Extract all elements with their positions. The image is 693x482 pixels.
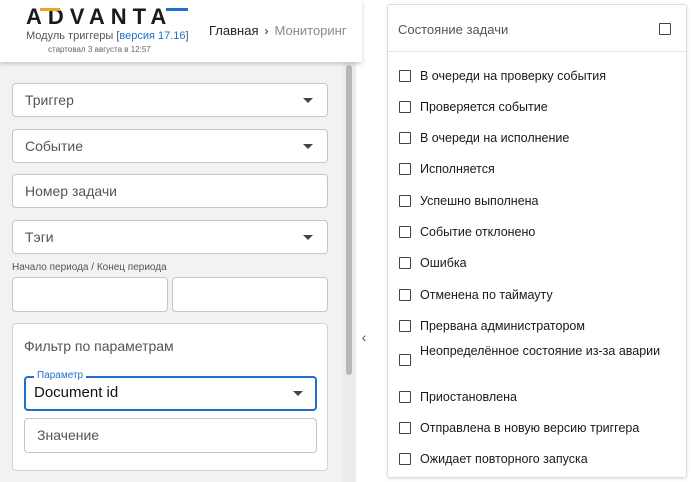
collapse-panel-chevron-left-icon[interactable]: ‹	[356, 328, 372, 346]
status-label: Неопределённое состояние из-за аварии	[420, 344, 661, 358]
task-number-placeholder: Номер задачи	[25, 183, 117, 199]
status-checkbox[interactable]	[399, 257, 411, 269]
status-label: Проверяется событие	[420, 100, 548, 114]
parameter-select[interactable]: Параметр Document id	[24, 370, 317, 411]
dropdown-caret-icon	[293, 391, 303, 396]
event-select[interactable]: Событие	[12, 129, 328, 163]
status-panel-title: Состояние задачи	[398, 22, 509, 37]
status-label: В очереди на исполнение	[420, 131, 570, 145]
breadcrumb-home[interactable]: Главная	[209, 23, 258, 38]
status-label: Событие отклонено	[420, 225, 536, 239]
status-checkbox[interactable]	[399, 195, 411, 207]
version-link[interactable]: версия 17.16	[119, 30, 185, 42]
tags-select[interactable]: Тэги	[12, 220, 328, 254]
status-checkbox[interactable]	[399, 391, 411, 403]
task-number-input[interactable]: Номер задачи	[12, 174, 328, 208]
module-subtitle: Модуль триггеры [версия 17.16]	[26, 30, 189, 42]
dropdown-caret-icon	[303, 235, 313, 240]
breadcrumb: Главная › Мониторинг	[209, 23, 347, 38]
period-label: Начало периода / Конец периода	[12, 262, 167, 273]
status-label: Ожидает повторного запуска	[420, 452, 588, 466]
parameter-value-input[interactable]: Значение	[24, 418, 317, 453]
status-label: Прервана администратором	[420, 319, 585, 333]
status-label: Приостановлена	[420, 390, 517, 404]
select-all-checkbox[interactable]	[659, 23, 671, 35]
task-status-panel: Состояние задачи В очереди на проверку с…	[387, 4, 687, 478]
logo-accent-blue	[166, 8, 188, 11]
status-label: Отменена по таймауту	[420, 288, 553, 302]
event-select-placeholder: Событие	[25, 138, 83, 154]
status-label: Исполняется	[420, 162, 495, 176]
dropdown-caret-icon	[303, 144, 313, 149]
logo-accent-orange	[40, 8, 60, 11]
status-label: Ошибка	[420, 256, 467, 270]
status-checkbox[interactable]	[399, 320, 411, 332]
param-filter-title: Фильтр по параметрам	[24, 338, 174, 354]
status-label: Успешно выполнена	[420, 194, 539, 208]
started-timestamp: стартовал 3 августа в 12:57	[48, 45, 151, 54]
advanta-logo[interactable]: ADVANTA	[26, 4, 188, 30]
chevron-right-icon: ›	[264, 23, 269, 38]
period-start-input[interactable]	[12, 277, 168, 312]
status-checkbox[interactable]	[399, 132, 411, 144]
status-checkbox[interactable]	[399, 289, 411, 301]
status-label: Отправлена в новую версию триггера	[420, 421, 640, 435]
period-end-input[interactable]	[172, 277, 328, 312]
status-checkbox[interactable]	[399, 226, 411, 238]
status-label: В очереди на проверку события	[420, 69, 607, 83]
parameter-value: Document id	[34, 384, 119, 401]
tags-select-placeholder: Тэги	[25, 229, 54, 245]
dropdown-caret-icon	[303, 98, 313, 103]
parameter-label: Параметр	[34, 370, 87, 382]
scrollbar-track[interactable]	[342, 62, 356, 482]
value-placeholder: Значение	[37, 427, 100, 443]
status-checkbox[interactable]	[399, 354, 411, 366]
breadcrumb-current: Мониторинг	[274, 23, 347, 38]
trigger-select-placeholder: Триггер	[25, 92, 74, 108]
app-header: ADVANTA Модуль триггеры [версия 17.16] с…	[0, 0, 362, 62]
status-checkbox[interactable]	[399, 163, 411, 175]
status-checkbox[interactable]	[399, 453, 411, 465]
status-checkbox[interactable]	[399, 422, 411, 434]
status-panel-header: Состояние задачи	[388, 5, 686, 52]
status-checkbox[interactable]	[399, 70, 411, 82]
scrollbar-thumb[interactable]	[346, 65, 352, 375]
status-checkbox[interactable]	[399, 101, 411, 113]
param-filter-card: Фильтр по параметрам Параметр Document i…	[12, 323, 328, 471]
trigger-select[interactable]: Триггер	[12, 83, 328, 117]
